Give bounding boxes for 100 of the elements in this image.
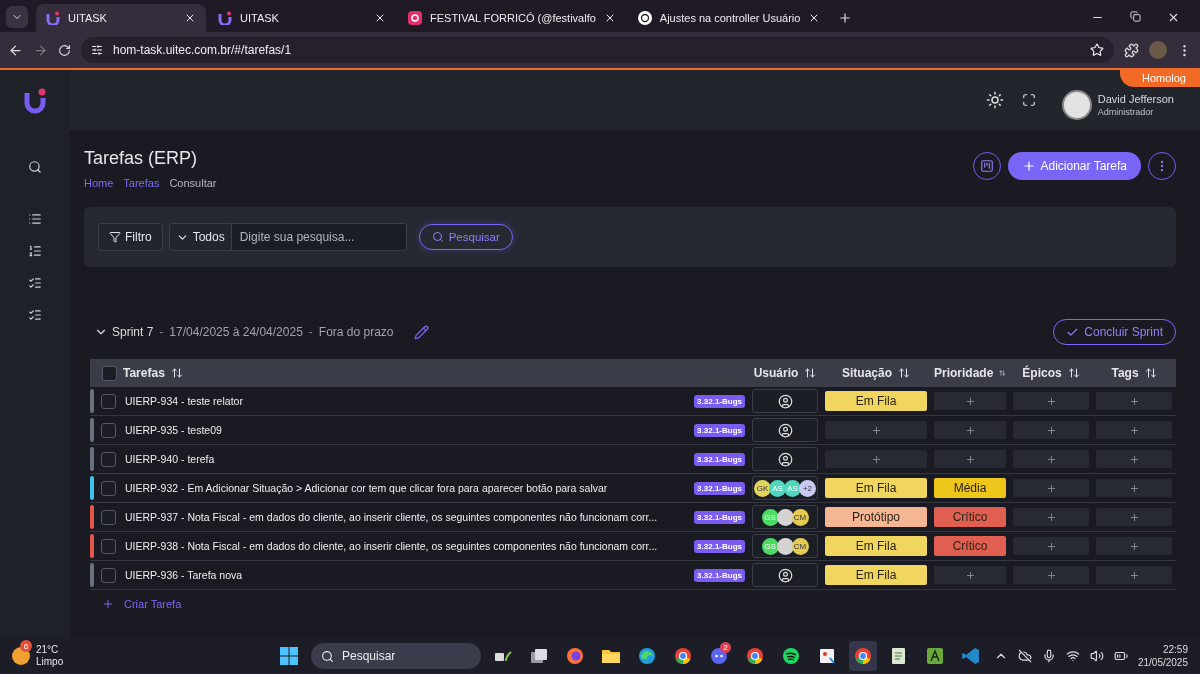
row-checkbox[interactable]: [101, 509, 116, 525]
sort-icon[interactable]: [999, 367, 1006, 379]
browser-tab[interactable]: UITASK: [36, 4, 206, 32]
column-header[interactable]: Tarefas: [123, 366, 165, 380]
assignee-cell[interactable]: GS CM: [752, 534, 818, 558]
user-icon: [777, 393, 793, 409]
user-initials-avatar: CM: [791, 508, 809, 526]
row-checkbox[interactable]: [101, 422, 116, 438]
row-checkbox[interactable]: [101, 480, 116, 496]
fullscreen-icon[interactable]: [1021, 93, 1036, 107]
taskbar-app[interactable]: [849, 641, 877, 671]
task-title[interactable]: UIERP-934 - teste relator: [125, 395, 688, 407]
task-title[interactable]: UIERP-935 - teste09: [125, 424, 688, 436]
column-header[interactable]: Épicos: [1022, 366, 1062, 380]
taskbar-app[interactable]: 2: [705, 641, 733, 671]
version-tag: 3.32.1-Bugs: [694, 568, 745, 582]
sort-icon[interactable]: [804, 367, 817, 379]
restore-icon[interactable]: [1130, 11, 1141, 22]
wifi-icon[interactable]: [1065, 649, 1080, 663]
select-all-checkbox[interactable]: [102, 365, 117, 381]
close-icon[interactable]: [374, 12, 386, 24]
status-tag[interactable]: Em Fila: [825, 565, 927, 585]
user-name: David Jefferson: [1097, 93, 1174, 105]
status-tag[interactable]: Protótipo: [825, 507, 927, 527]
sort-icon[interactable]: [1067, 367, 1080, 379]
user-initials-avatar: AS: [784, 479, 801, 497]
priority-tag[interactable]: Média: [934, 478, 1006, 498]
task-title[interactable]: UIERP-932 - Em Adicionar Situação > Adicionar cor tem que clicar fora para aparecer botão para salvar: [125, 482, 688, 494]
cloud-off-icon[interactable]: [1017, 649, 1032, 663]
chat-app-icon: [709, 646, 729, 666]
code-editor-icon: [961, 646, 981, 666]
row-checkbox[interactable]: [101, 567, 116, 583]
sort-icon[interactable]: [170, 367, 183, 379]
assignee-cell[interactable]: GK AS AS +2: [752, 476, 818, 500]
breadcrumb-link[interactable]: Tarefas: [123, 177, 160, 189]
paint-app-icon: [817, 646, 837, 666]
filter-icon: [109, 231, 121, 243]
sort-icon[interactable]: [1144, 367, 1157, 379]
status-tag[interactable]: Em Fila: [825, 536, 927, 556]
column-header[interactable]: Situação: [842, 366, 892, 380]
sprint-toggle[interactable]: Sprint 7: [94, 325, 154, 339]
create-task-button[interactable]: Criar Tarefa: [90, 590, 194, 618]
row-checkbox[interactable]: [101, 538, 116, 554]
assignee-cell[interactable]: GS CM: [752, 505, 818, 529]
close-icon[interactable]: [1167, 11, 1180, 24]
environment-badge: Homolog: [1119, 70, 1200, 87]
new-tab-icon[interactable]: [838, 11, 853, 25]
browser-tab[interactable]: FESTIVAL FORRICÓ (@festivalfo: [398, 4, 626, 32]
user-initials-avatar: CM: [791, 537, 809, 555]
wave-browser-icon: [637, 646, 657, 666]
task-title[interactable]: UIERP-938 - Nota Fiscal - em dados do cliente, ao inserir cliente, os seguintes componentes não funcionam corr...: [125, 540, 688, 552]
tab-list-button[interactable]: [6, 6, 28, 28]
fox-browser-icon: [565, 646, 585, 666]
task-title[interactable]: UIERP-936 - Tarefa nova: [125, 569, 688, 581]
user-avatar[interactable]: [1061, 90, 1092, 120]
close-icon[interactable]: [184, 12, 196, 24]
scope-dropdown[interactable]: Todos: [168, 223, 232, 251]
bookmark-star-icon[interactable]: [1090, 43, 1104, 57]
clock-date: 21/05/2025: [1137, 656, 1188, 669]
column-header[interactable]: Usuário: [753, 366, 799, 380]
assignee-cell[interactable]: [752, 563, 818, 587]
camera-logo-icon: [408, 11, 422, 25]
status-tag[interactable]: Em Fila: [825, 478, 927, 498]
translate-app-icon: [925, 646, 945, 666]
row-checkbox[interactable]: [101, 451, 116, 467]
search-icon: [28, 160, 42, 174]
browser-tab[interactable]: UITASK: [208, 4, 396, 32]
column-header[interactable]: Prioridade: [934, 366, 994, 380]
priority-tag[interactable]: Crítico: [934, 536, 1006, 556]
address-bar[interactable]: hom-task.uitec.com.br/#/tarefas/1: [81, 37, 1114, 63]
version-tag: 3.32.1-Bugs: [694, 539, 745, 553]
plus-icon: [1045, 482, 1057, 494]
microphone-icon[interactable]: [1041, 649, 1056, 663]
filter-button[interactable]: Filtro: [98, 223, 163, 251]
forward-icon[interactable]: [33, 42, 48, 58]
assignee-cell[interactable]: [752, 447, 818, 471]
priority-tag[interactable]: Crítico: [934, 507, 1006, 527]
status-tag[interactable]: Em Fila: [825, 391, 927, 411]
back-icon[interactable]: [8, 42, 23, 58]
task-title[interactable]: UIERP-937 - Nota Fiscal - em dados do cliente, ao inserir cliente, os seguintes componentes não funcionam corr...: [125, 511, 688, 523]
browser-tab[interactable]: Ajustes na controller Usuário: [627, 4, 831, 32]
taskbar-search[interactable]: Pesquisar: [311, 643, 481, 669]
assignee-cell[interactable]: [752, 418, 818, 442]
add-task-button[interactable]: Adicionar Tarefa: [1007, 152, 1141, 180]
edit-sprint-button[interactable]: [413, 324, 429, 340]
task-title[interactable]: UIERP-940 - terefa: [125, 453, 688, 465]
breadcrumb-link[interactable]: Home: [84, 177, 114, 189]
search-field[interactable]: Digite sua pesquisa...: [231, 223, 407, 251]
plus-icon: [102, 598, 114, 610]
extensions-icon[interactable]: [1124, 42, 1139, 58]
assignee-cell[interactable]: [752, 389, 818, 413]
row-checkbox[interactable]: [101, 393, 116, 409]
search-icon: [431, 231, 444, 243]
reload-icon[interactable]: [58, 43, 71, 57]
battery-icon[interactable]: [1113, 649, 1128, 663]
column-header[interactable]: Tags: [1111, 366, 1139, 380]
volume-icon[interactable]: [1089, 649, 1104, 663]
plus-icon: [1045, 540, 1057, 552]
sort-icon[interactable]: [898, 367, 910, 379]
theme-toggle-icon[interactable]: [985, 91, 1004, 109]
